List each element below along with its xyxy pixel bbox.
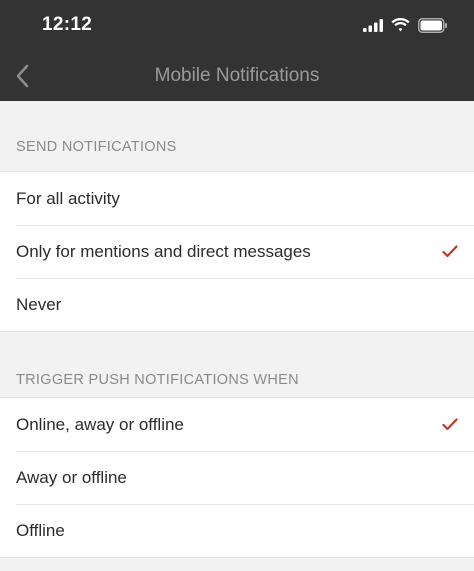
navigation-bar: Mobile Notifications: [0, 50, 474, 101]
checkmark-icon: [442, 245, 458, 259]
trigger-push-options: Online, away or offline Away or offline …: [0, 397, 474, 558]
option-label: Online, away or offline: [16, 414, 184, 434]
signal-icon: [363, 18, 383, 32]
option-offline[interactable]: Offline: [0, 504, 474, 557]
status-time: 12:12: [42, 14, 93, 35]
option-label: Offline: [16, 520, 65, 540]
battery-icon: [418, 17, 447, 33]
option-label: Never: [16, 294, 62, 314]
back-button[interactable]: [10, 61, 34, 91]
option-label: Only for mentions and direct messages: [16, 241, 311, 261]
option-away-or-offline[interactable]: Away or offline: [0, 451, 474, 504]
section-header-send-notifications: SEND NOTIFICATIONS: [16, 139, 177, 155]
checkmark-icon: [442, 418, 458, 432]
option-online-away-offline[interactable]: Online, away or offline: [0, 398, 474, 451]
option-label: Away or offline: [16, 467, 127, 487]
option-label: For all activity: [16, 188, 120, 208]
status-icons: [363, 17, 448, 33]
option-only-mentions-and-dms[interactable]: Only for mentions and direct messages: [0, 225, 474, 278]
option-for-all-activity[interactable]: For all activity: [0, 172, 474, 225]
section-header-trigger-push: TRIGGER PUSH NOTIFICATIONS WHEN: [16, 372, 299, 388]
page-title: Mobile Notifications: [154, 64, 320, 86]
send-notifications-options: For all activity Only for mentions and d…: [0, 171, 474, 332]
status-bar: 12:12: [0, 0, 474, 50]
back-chevron-icon: [16, 64, 29, 87]
screen: 12:12 Mobile Notifications SEND NOTIFICA…: [0, 0, 474, 571]
wifi-icon: [391, 18, 410, 32]
option-never[interactable]: Never: [0, 278, 474, 331]
